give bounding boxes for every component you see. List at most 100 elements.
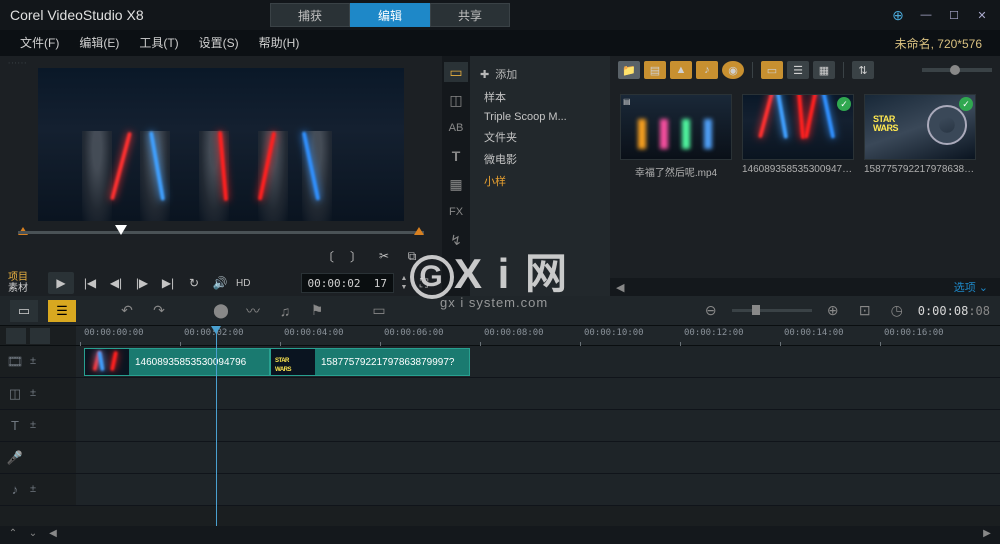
volume-icon[interactable]: 🔊 bbox=[210, 273, 230, 293]
zoom-slider[interactable] bbox=[732, 309, 812, 312]
menu-tools[interactable]: 工具(T) bbox=[129, 30, 188, 56]
timeline-view-icon[interactable]: ☰ bbox=[48, 300, 76, 322]
sort-icon[interactable]: ⇅ bbox=[852, 61, 874, 79]
menu-help[interactable]: 帮助(H) bbox=[249, 30, 310, 56]
timecode-field[interactable]: 00:00:02 17 bbox=[301, 273, 394, 293]
undo-icon[interactable]: ↶ bbox=[116, 301, 138, 321]
mode-clip[interactable]: 素材 bbox=[8, 283, 48, 294]
mark-in-icon[interactable]: 〔 bbox=[318, 246, 338, 266]
overlay-track-head[interactable]: ◫ ± bbox=[0, 378, 76, 410]
tab-capture[interactable]: 捕获 bbox=[270, 3, 350, 27]
timeline-clip[interactable]: 14608935853530094796 bbox=[84, 348, 270, 376]
tab-share[interactable]: 共享 bbox=[430, 3, 510, 27]
filter-video-icon[interactable]: ▤ bbox=[644, 61, 666, 79]
playhead[interactable] bbox=[216, 326, 217, 526]
clock-icon[interactable]: ◷ bbox=[886, 301, 908, 321]
video-track[interactable]: 14608935853530094796 STARWARS 1587757922… bbox=[76, 346, 1000, 378]
storyboard-view-icon[interactable]: ▭ bbox=[10, 300, 38, 322]
scroll-left-icon[interactable]: ◀ bbox=[616, 281, 624, 294]
voice-track-head[interactable]: 🎤 bbox=[0, 442, 76, 474]
filter-audio-icon[interactable]: ♪ bbox=[696, 61, 718, 79]
thumb-size-slider[interactable] bbox=[922, 68, 992, 72]
folder-item[interactable]: 样本 bbox=[470, 86, 610, 108]
record-icon[interactable]: ⬤ bbox=[210, 301, 232, 321]
track-toggle-icon[interactable]: ± bbox=[30, 483, 44, 497]
transition-tab-icon[interactable]: ◫ bbox=[444, 90, 468, 110]
preview-scrubber[interactable] bbox=[18, 225, 424, 245]
options-button[interactable]: 选项 ⌄ bbox=[954, 279, 994, 295]
path-tab-icon[interactable]: ↯ bbox=[444, 230, 468, 250]
snapshot-icon[interactable]: ⧉ bbox=[402, 246, 422, 266]
menu-file[interactable]: 文件(F) bbox=[10, 30, 69, 56]
preview-screen[interactable] bbox=[38, 68, 404, 221]
folder-item[interactable]: 文件夹 bbox=[470, 126, 610, 148]
scroll-right-icon[interactable]: ▶ bbox=[980, 528, 994, 542]
slider-thumb[interactable] bbox=[950, 65, 960, 75]
subtitle-icon[interactable]: ▭ bbox=[368, 301, 390, 321]
play-button[interactable]: ▶ bbox=[48, 272, 74, 294]
track-toggle-icon[interactable]: ± bbox=[30, 355, 44, 369]
music-track[interactable] bbox=[76, 474, 1000, 506]
tc-down-icon[interactable]: ▼ bbox=[398, 283, 410, 292]
track-opt-1-icon[interactable] bbox=[6, 328, 26, 344]
auto-music-icon[interactable]: ♫ bbox=[274, 301, 296, 321]
hd-label[interactable]: HD bbox=[236, 273, 250, 293]
media-thumb[interactable]: ▤ 幸福了然后呢.mp4 bbox=[620, 94, 732, 179]
folder-item[interactable]: Triple Scoop M... bbox=[470, 108, 610, 126]
chapter-icon[interactable]: ⚑ bbox=[306, 301, 328, 321]
add-folder-button[interactable]: ✚ 添加 bbox=[470, 62, 610, 86]
scrub-cursor[interactable] bbox=[115, 225, 127, 235]
video-track-head[interactable]: 🎞 ± bbox=[0, 346, 76, 378]
menu-edit[interactable]: 编辑(E) bbox=[69, 30, 129, 56]
redo-icon[interactable]: ↷ bbox=[148, 301, 170, 321]
media-thumb[interactable]: STARWARS ✓ 15877579221797863879997... bbox=[864, 94, 976, 175]
next-frame-icon[interactable]: |▶ bbox=[132, 273, 152, 293]
mixer-icon[interactable]: 〰 bbox=[242, 301, 264, 321]
scroll-down-icon[interactable]: ⌄ bbox=[26, 528, 40, 542]
overlay-track[interactable] bbox=[76, 378, 1000, 410]
scroll-left-icon[interactable]: ◀ bbox=[46, 528, 60, 542]
prev-frame-icon[interactable]: ◀| bbox=[106, 273, 126, 293]
globe-icon[interactable]: ⊕ bbox=[890, 7, 906, 23]
scroll-up-icon[interactable]: ⌃ bbox=[6, 528, 20, 542]
preview-mode-labels[interactable]: 项目 素材 bbox=[8, 272, 48, 294]
folder-item[interactable]: 微电影 bbox=[470, 148, 610, 170]
cut-icon[interactable]: ✂ bbox=[374, 246, 394, 266]
zoom-in-icon[interactable]: ⊕ bbox=[822, 301, 844, 321]
import-icon[interactable]: 📁 bbox=[618, 61, 640, 79]
track-opt-2-icon[interactable] bbox=[30, 328, 50, 344]
timeline-clip[interactable]: STARWARS 15877579221797863879997? bbox=[270, 348, 470, 376]
track-toggle-icon[interactable]: ± bbox=[30, 387, 44, 401]
graphic-tab-icon[interactable]: ▦ bbox=[444, 174, 468, 194]
folder-item-active[interactable]: 小样 bbox=[470, 170, 610, 192]
filter-photo-icon[interactable]: ▲ bbox=[670, 61, 692, 79]
filter-disc-icon[interactable]: ◉ bbox=[722, 61, 744, 79]
tab-edit[interactable]: 编辑 bbox=[350, 3, 430, 27]
tc-up-icon[interactable]: ▲ bbox=[398, 274, 410, 283]
fit-project-icon[interactable]: ⊡ bbox=[854, 301, 876, 321]
filter-tab-icon[interactable]: FX bbox=[444, 202, 468, 222]
text-tab-icon[interactable]: T bbox=[444, 146, 468, 166]
view-thumb-icon[interactable]: ▭ bbox=[761, 61, 783, 79]
zoom-out-icon[interactable]: ⊖ bbox=[700, 301, 722, 321]
title-tab-icon[interactable]: AB bbox=[444, 118, 468, 138]
title-track[interactable] bbox=[76, 410, 1000, 442]
repeat-icon[interactable]: ↻ bbox=[184, 273, 204, 293]
minimize-icon[interactable]: — bbox=[918, 7, 934, 23]
tracks-area[interactable]: 00:00:00:00 00:00:02:00 00:00:04:00 00:0… bbox=[76, 326, 1000, 526]
maximize-icon[interactable]: ☐ bbox=[946, 7, 962, 23]
goto-end-icon[interactable]: ▶| bbox=[158, 273, 178, 293]
view-list-icon[interactable]: ☰ bbox=[787, 61, 809, 79]
track-toggle-icon[interactable]: ± bbox=[30, 419, 44, 433]
voice-track[interactable] bbox=[76, 442, 1000, 474]
title-track-head[interactable]: T ± bbox=[0, 410, 76, 442]
media-tab-icon[interactable]: ▭ bbox=[444, 62, 468, 82]
mark-out-icon[interactable]: 〕 bbox=[346, 246, 366, 266]
view-grid-icon[interactable]: ▦ bbox=[813, 61, 835, 79]
mode-project[interactable]: 项目 bbox=[8, 272, 48, 283]
media-thumb[interactable]: ✓ 14608935853530094796.jpg bbox=[742, 94, 854, 175]
music-track-head[interactable]: ♪ ± bbox=[0, 474, 76, 506]
panel-grip[interactable]: :::::: bbox=[8, 60, 434, 66]
goto-start-icon[interactable]: |◀ bbox=[80, 273, 100, 293]
close-icon[interactable]: ✕ bbox=[974, 7, 990, 23]
